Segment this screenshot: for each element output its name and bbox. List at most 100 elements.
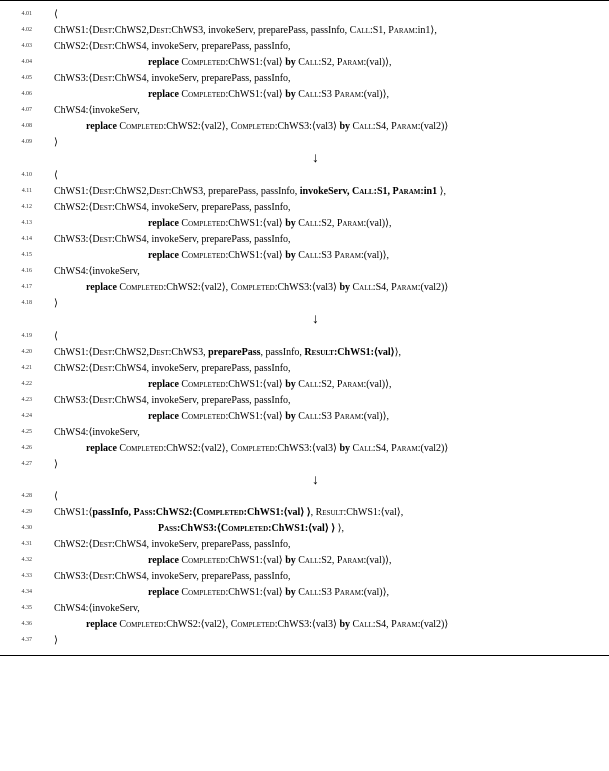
line-number: 4.08 [6, 119, 38, 132]
code-line: 4.29ChWS1:⟨passInfo, Pass:ChWS2:⟨Complet… [6, 505, 599, 521]
code-line: 4.35ChWS4:⟨invokeServ, [6, 601, 599, 617]
line-number: 4.21 [6, 361, 38, 374]
line-content: ChWS1:⟨Dest:ChWS2,Dest:ChWS3, preparePas… [38, 345, 599, 361]
line-number: 4.20 [6, 345, 38, 358]
line-content: replace Completed:ChWS1:⟨val⟩ by Call:S2… [38, 553, 599, 569]
line-content: ChWS3:⟨Dest:ChWS4, invokeServ, preparePa… [38, 232, 599, 248]
line-number: 4.02 [6, 23, 38, 36]
line-content: ⟩ [38, 296, 599, 312]
line-number: 4.33 [6, 569, 38, 582]
code-line: 4.37⟩ [6, 633, 599, 649]
line-content: ChWS2:⟨Dest:ChWS4, invokeServ, preparePa… [38, 537, 599, 553]
line-content: ⟨ [38, 168, 599, 184]
code-line: 4.05ChWS3:⟨Dest:ChWS4, invokeServ, prepa… [6, 71, 599, 87]
code-line: 4.10⟨ [6, 168, 599, 184]
code-line: 4.16ChWS4:⟨invokeServ, [6, 264, 599, 280]
code-line: 4.19⟨ [6, 329, 599, 345]
code-line: 4.21ChWS2:⟨Dest:ChWS4, invokeServ, prepa… [6, 361, 599, 377]
line-number: 4.24 [6, 409, 38, 422]
line-content: ChWS4:⟨invokeServ, [38, 425, 599, 441]
line-content: ⟨ [38, 7, 599, 23]
code-line: 4.17replace Completed:ChWS2:⟨val2⟩, Comp… [6, 280, 599, 296]
line-number: 4.18 [6, 296, 38, 309]
line-content: Pass:ChWS3:⟨Completed:ChWS1:⟨val⟩ ⟩ ⟩, [38, 521, 599, 537]
line-number: 4.05 [6, 71, 38, 84]
line-content: replace Completed:ChWS1:⟨val⟩ by Call:S2… [38, 377, 599, 393]
line-content: replace Completed:ChWS1:⟨val⟩ by Call:S3… [38, 248, 599, 264]
code-line: 4.27⟩ [6, 457, 599, 473]
code-line: 4.09⟩ [6, 135, 599, 151]
line-content: ChWS4:⟨invokeServ, [38, 601, 599, 617]
line-content: ⟩ [38, 135, 599, 151]
line-number: 4.23 [6, 393, 38, 406]
line-content: replace Completed:ChWS1:⟨val⟩ by Call:S2… [38, 55, 599, 71]
line-number: 4.34 [6, 585, 38, 598]
line-number: 4.17 [6, 280, 38, 293]
code-line: 4.23ChWS3:⟨Dest:ChWS4, invokeServ, prepa… [6, 393, 599, 409]
line-number: 4.06 [6, 87, 38, 100]
line-number: 4.35 [6, 601, 38, 614]
line-content: replace Completed:ChWS1:⟨val⟩ by Call:S3… [38, 409, 599, 425]
line-number: 4.15 [6, 248, 38, 261]
line-content: ⟨ [38, 489, 599, 505]
line-content: replace Completed:ChWS2:⟨val2⟩, Complete… [38, 441, 599, 457]
line-number: 4.26 [6, 441, 38, 454]
line-content: ChWS1:⟨passInfo, Pass:ChWS2:⟨Completed:C… [38, 505, 599, 521]
line-number: 4.07 [6, 103, 38, 116]
line-number: 4.03 [6, 39, 38, 52]
line-content: replace Completed:ChWS2:⟨val2⟩, Complete… [38, 617, 599, 633]
code-line: 4.14ChWS3:⟨Dest:ChWS4, invokeServ, prepa… [6, 232, 599, 248]
line-number: 4.13 [6, 216, 38, 229]
line-number: 4.19 [6, 329, 38, 342]
line-number: 4.04 [6, 55, 38, 68]
line-number: 4.14 [6, 232, 38, 245]
code-line: 4.04replace Completed:ChWS1:⟨val⟩ by Cal… [6, 55, 599, 71]
line-content: ChWS3:⟨Dest:ChWS4, invokeServ, preparePa… [38, 393, 599, 409]
line-number: 4.30 [6, 521, 38, 534]
code-line: 4.26replace Completed:ChWS2:⟨val2⟩, Comp… [6, 441, 599, 457]
code-line: 4.34replace Completed:ChWS1:⟨val⟩ by Cal… [6, 585, 599, 601]
code-line: 4.18⟩ [6, 296, 599, 312]
code-line: 4.12ChWS2:⟨Dest:ChWS4, invokeServ, prepa… [6, 200, 599, 216]
code-line: 4.02ChWS1:⟨Dest:ChWS2,Dest:ChWS3, invoke… [6, 23, 599, 39]
code-line: 4.06replace Completed:ChWS1:⟨val⟩ by Cal… [6, 87, 599, 103]
code-line: 4.11ChWS1:⟨Dest:ChWS2,Dest:ChWS3, prepar… [6, 184, 599, 200]
code-line: 4.22replace Completed:ChWS1:⟨val⟩ by Cal… [6, 377, 599, 393]
line-content: replace Completed:ChWS2:⟨val2⟩, Complete… [38, 119, 599, 135]
line-number: 4.11 [6, 184, 38, 197]
line-content: replace Completed:ChWS1:⟨val⟩ by Call:S3… [38, 585, 599, 601]
line-content: ChWS3:⟨Dest:ChWS4, invokeServ, preparePa… [38, 71, 599, 87]
code-listing: 4.01⟨4.02ChWS1:⟨Dest:ChWS2,Dest:ChWS3, i… [0, 0, 609, 656]
line-number: 4.10 [6, 168, 38, 181]
code-line: 4.36replace Completed:ChWS2:⟨val2⟩, Comp… [6, 617, 599, 633]
line-content: ChWS4:⟨invokeServ, [38, 103, 599, 119]
line-content: ChWS4:⟨invokeServ, [38, 264, 599, 280]
line-content: ⟨ [38, 329, 599, 345]
down-arrow-icon: ↓ [6, 312, 599, 329]
code-line: 4.30Pass:ChWS3:⟨Completed:ChWS1:⟨val⟩ ⟩ … [6, 521, 599, 537]
code-line: 4.01⟨ [6, 7, 599, 23]
code-line: 4.33ChWS3:⟨Dest:ChWS4, invokeServ, prepa… [6, 569, 599, 585]
code-line: 4.28⟨ [6, 489, 599, 505]
line-number: 4.16 [6, 264, 38, 277]
line-number: 4.29 [6, 505, 38, 518]
line-content: ⟩ [38, 457, 599, 473]
line-content: replace Completed:ChWS2:⟨val2⟩, Complete… [38, 280, 599, 296]
code-line: 4.32replace Completed:ChWS1:⟨val⟩ by Cal… [6, 553, 599, 569]
code-line: 4.07ChWS4:⟨invokeServ, [6, 103, 599, 119]
line-content: ⟩ [38, 633, 599, 649]
code-line: 4.13replace Completed:ChWS1:⟨val⟩ by Cal… [6, 216, 599, 232]
code-line: 4.24replace Completed:ChWS1:⟨val⟩ by Cal… [6, 409, 599, 425]
line-number: 4.32 [6, 553, 38, 566]
line-content: ChWS1:⟨Dest:ChWS2,Dest:ChWS3, preparePas… [38, 184, 599, 200]
down-arrow-icon: ↓ [6, 151, 599, 168]
line-content: ChWS1:⟨Dest:ChWS2,Dest:ChWS3, invokeServ… [38, 23, 599, 39]
line-content: ChWS2:⟨Dest:ChWS4, invokeServ, preparePa… [38, 361, 599, 377]
line-number: 4.12 [6, 200, 38, 213]
line-number: 4.37 [6, 633, 38, 646]
line-number: 4.31 [6, 537, 38, 550]
code-line: 4.20ChWS1:⟨Dest:ChWS2,Dest:ChWS3, prepar… [6, 345, 599, 361]
line-number: 4.27 [6, 457, 38, 470]
code-line: 4.31ChWS2:⟨Dest:ChWS4, invokeServ, prepa… [6, 537, 599, 553]
line-content: replace Completed:ChWS1:⟨val⟩ by Call:S2… [38, 216, 599, 232]
